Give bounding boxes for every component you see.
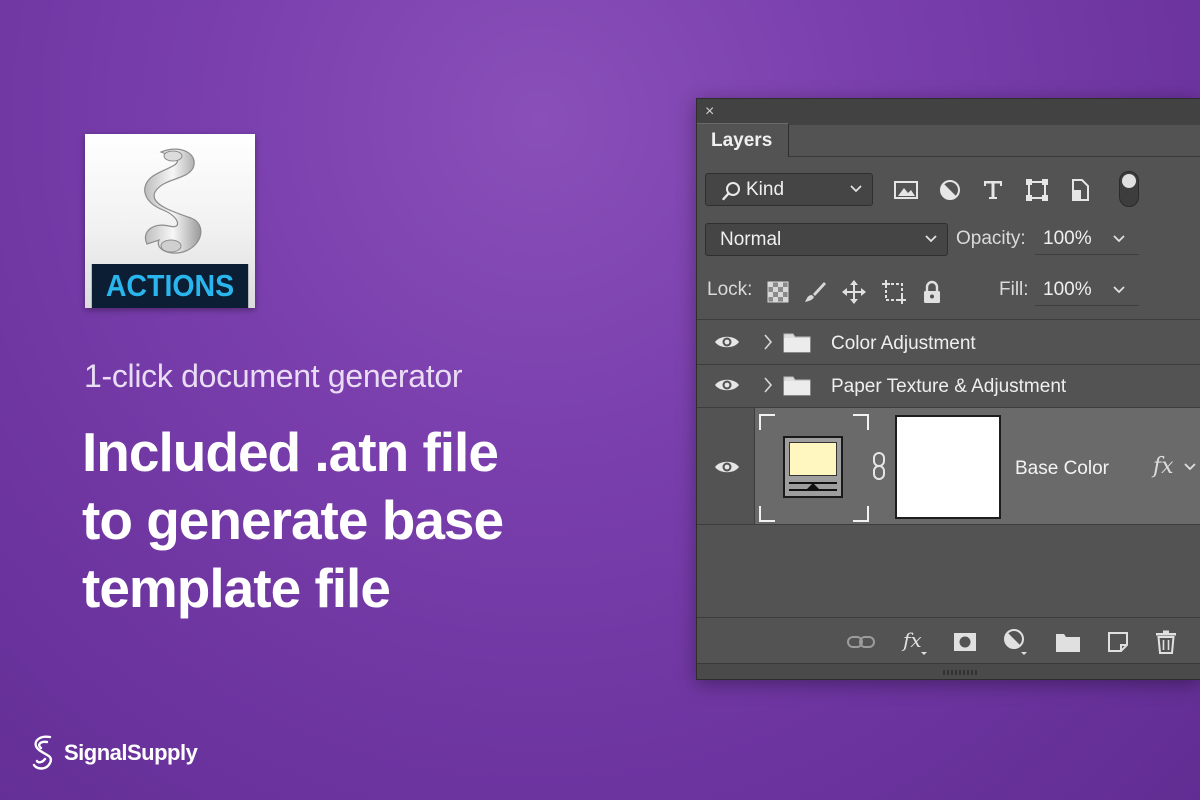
headline-line-3: template file [82, 557, 391, 619]
subtitle: 1-click document generator [84, 358, 463, 394]
fill-label: Fill: [999, 279, 1029, 300]
brand-logo: SignalSupply [30, 733, 198, 773]
scroll-icon [144, 148, 202, 254]
trash-icon[interactable] [1155, 630, 1177, 654]
blend-mode-value: Normal [720, 229, 782, 250]
lock-icon[interactable] [921, 280, 943, 304]
headline-line-2: to generate base [82, 489, 504, 551]
artboard-icon[interactable] [881, 279, 907, 305]
selection-corner [853, 414, 869, 430]
brand-name: SignalSupply [64, 740, 198, 765]
signalsupply-logo-icon [32, 735, 53, 770]
link-layers-icon[interactable] [847, 634, 875, 650]
disclosure-icon[interactable] [763, 376, 773, 394]
panel-titlebar: × [697, 99, 1200, 125]
link-icon[interactable] [872, 452, 886, 480]
chevron-down-icon[interactable] [1183, 460, 1197, 474]
chevron-down-icon [850, 185, 862, 193]
adjustment-icon [783, 436, 843, 498]
shape-filter-icon[interactable] [1024, 177, 1050, 203]
color-swatch [789, 442, 837, 476]
slider-bar [789, 489, 837, 491]
layer-row-base-color[interactable]: Base Color fx [697, 407, 1200, 525]
lock-icons [767, 279, 943, 305]
layer-row-paper-texture[interactable]: Paper Texture & Adjustment [697, 365, 1200, 407]
layers-panel: × Layers Kind Normal Opacity: 100% Lock:… [696, 98, 1200, 680]
selection-corner [759, 506, 775, 522]
fill-field[interactable]: 100% [1035, 274, 1139, 306]
panel-bottom-toolbar: fx [697, 617, 1200, 663]
smart-object-filter-icon[interactable] [1069, 178, 1091, 202]
actions-label: ACTIONS [91, 264, 249, 308]
layer-row-color-adjustment[interactable]: Color Adjustment [697, 321, 1200, 364]
lock-transparent-pixels-icon[interactable] [767, 281, 789, 303]
tab-divider [789, 156, 1200, 157]
fx-icon[interactable]: fx [901, 628, 927, 656]
new-layer-icon[interactable] [1107, 631, 1129, 653]
chevron-down-icon [1113, 235, 1125, 243]
type-filter-icon[interactable] [981, 178, 1005, 202]
bottom-icons: fx [847, 628, 1177, 656]
tab-layers[interactable]: Layers [697, 123, 789, 157]
selection-corner [759, 414, 775, 430]
layer-name: Paper Texture & Adjustment [831, 376, 1067, 397]
filter-type-icons [893, 177, 1091, 203]
layer-mask-thumbnail[interactable] [895, 415, 1001, 519]
fx-icon[interactable]: fx [1153, 454, 1174, 479]
svg-text:fx: fx [901, 628, 922, 652]
resize-grip[interactable] [697, 663, 1200, 679]
actions-file-icon: ACTIONS [85, 134, 255, 308]
eye-icon[interactable] [714, 377, 740, 393]
headline: Included .atn file to generate base temp… [82, 418, 642, 622]
opacity-label: Opacity: [956, 228, 1026, 249]
chevron-down-icon [925, 235, 937, 243]
layer-name: Color Adjustment [831, 333, 976, 354]
adjustment-filter-icon[interactable] [938, 178, 962, 202]
adjustment-thumbnail[interactable] [759, 414, 869, 522]
folder-icon [783, 376, 811, 396]
eye-icon[interactable] [714, 334, 740, 350]
opacity-field[interactable]: 100% [1035, 223, 1139, 255]
grip-lines [943, 670, 977, 675]
new-fill-icon[interactable] [1003, 628, 1029, 656]
folder-icon [783, 333, 811, 353]
visibility-column [697, 408, 755, 524]
mask-icon[interactable] [953, 632, 977, 652]
brush-icon[interactable] [803, 280, 827, 304]
selection-corner [853, 506, 869, 522]
search-icon [722, 182, 740, 201]
blend-mode-dropdown[interactable]: Normal [705, 223, 948, 256]
disclosure-icon[interactable] [763, 333, 773, 351]
lock-label: Lock: [707, 279, 753, 300]
filter-kind-dropdown[interactable]: Kind [705, 173, 873, 206]
image-filter-icon[interactable] [893, 178, 919, 202]
fill-value: 100% [1043, 279, 1092, 300]
move-icon[interactable] [841, 279, 867, 305]
opacity-value: 100% [1043, 228, 1092, 249]
headline-line-1: Included .atn file [82, 421, 499, 483]
divider [697, 319, 1200, 320]
layer-name: Base Color [1015, 458, 1109, 479]
filter-kind-value: Kind [746, 179, 785, 200]
chevron-down-icon [1113, 286, 1125, 294]
close-icon[interactable]: × [705, 103, 714, 121]
eye-icon[interactable] [714, 459, 740, 475]
new-group-icon[interactable] [1055, 631, 1081, 653]
filter-toggle[interactable] [1119, 171, 1139, 207]
